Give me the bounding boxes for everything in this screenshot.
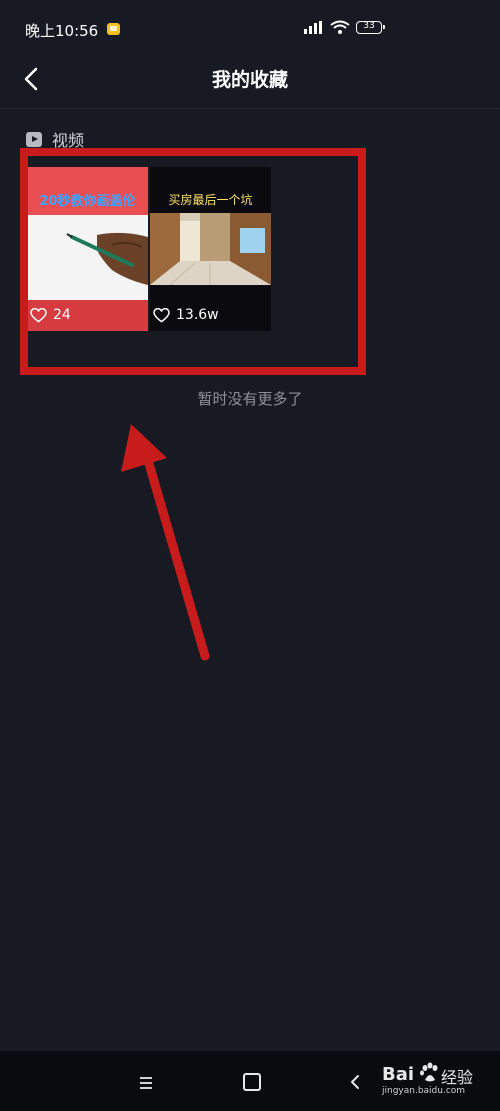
- navigation-bar: Bai 经验 jingyan.baidu.com: [0, 1051, 500, 1111]
- baidu-paw-icon: [420, 1062, 438, 1082]
- watermark-brand-cn: 经验: [441, 1068, 474, 1087]
- back-triangle-icon[interactable]: [346, 1073, 364, 1091]
- watermark-brand: Bai: [382, 1064, 415, 1085]
- baidu-watermark: Bai 经验 jingyan.baidu.com: [382, 1062, 497, 1096]
- menu-icon[interactable]: [137, 1074, 155, 1092]
- watermark-url: jingyan.baidu.com: [382, 1086, 466, 1096]
- annotation-arrow: [121, 424, 210, 661]
- home-square-icon[interactable]: [243, 1073, 261, 1091]
